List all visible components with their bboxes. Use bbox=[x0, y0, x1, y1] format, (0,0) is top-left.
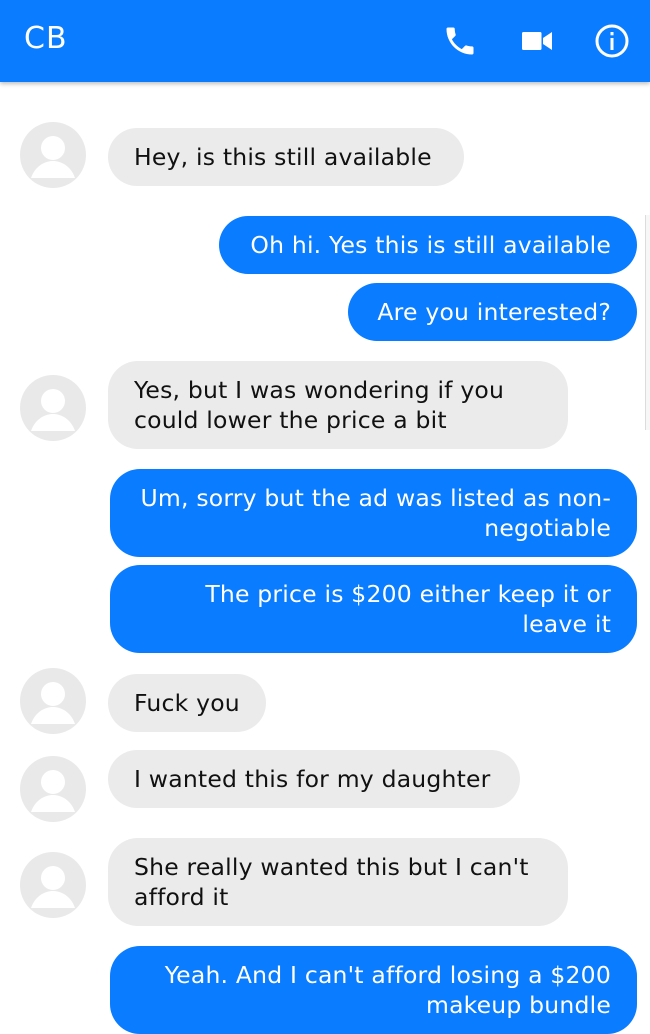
message-outgoing[interactable]: The price is $200 either keep it or leav… bbox=[110, 565, 637, 653]
message-outgoing[interactable]: Yeah. And I can't afford losing a $200 m… bbox=[110, 946, 637, 1034]
video-icon[interactable] bbox=[519, 23, 555, 59]
message-outgoing[interactable]: Um, sorry but the ad was listed as non-n… bbox=[110, 469, 637, 557]
avatar[interactable] bbox=[20, 852, 86, 918]
avatar[interactable] bbox=[20, 375, 86, 441]
message-incoming[interactable]: Yes, but I was wondering if you could lo… bbox=[108, 361, 568, 449]
phone-icon[interactable] bbox=[442, 23, 478, 59]
conversation-header: CB bbox=[0, 0, 650, 82]
contact-name[interactable]: CB bbox=[24, 21, 68, 56]
avatar[interactable] bbox=[20, 122, 86, 188]
message-incoming[interactable]: Hey, is this still available bbox=[108, 128, 464, 186]
message-incoming[interactable]: Fuck you bbox=[108, 674, 266, 732]
message-outgoing[interactable]: Oh hi. Yes this is still available bbox=[219, 216, 637, 274]
message-outgoing[interactable]: Are you interested? bbox=[348, 283, 637, 341]
avatar[interactable] bbox=[20, 668, 86, 734]
message-incoming[interactable]: I wanted this for my daughter bbox=[108, 750, 520, 808]
scrollbar[interactable] bbox=[645, 215, 650, 430]
message-incoming[interactable]: She really wanted this but I can't affor… bbox=[108, 838, 568, 926]
avatar[interactable] bbox=[20, 756, 86, 822]
info-icon[interactable] bbox=[594, 23, 630, 59]
